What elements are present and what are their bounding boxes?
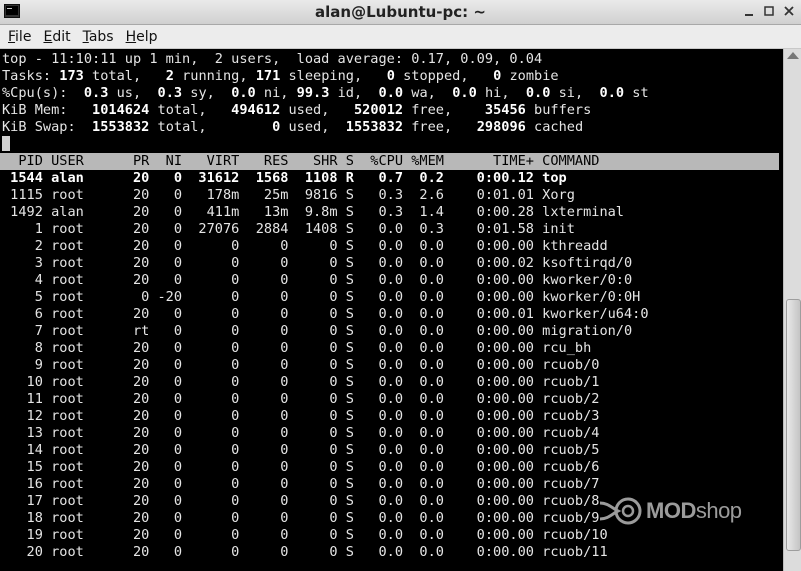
table-row: 1544 alan 20 0 31612 1568 1108 R 0.7 0.2… — [2, 170, 779, 187]
title-bar: alan@Lubuntu-pc: ~ — [0, 0, 801, 25]
process-row-text: 9 root 20 0 0 0 0 S 0.0 0.0 0:00.00 rcuo… — [2, 357, 600, 373]
tasks-running: 2 — [165, 68, 174, 84]
menu-help[interactable]: Help — [120, 29, 164, 45]
table-row: 13 root 20 0 0 0 0 S 0.0 0.0 0:00.00 rcu… — [2, 425, 779, 442]
uptime-text: top - 11:10:11 up 1 min, 2 users, load a… — [2, 51, 543, 67]
process-row-text: 1115 root 20 0 178m 25m 9816 S 0.3 2.6 0… — [2, 187, 575, 203]
table-row: 11 root 20 0 0 0 0 S 0.0 0.0 0:00.00 rcu… — [2, 391, 779, 408]
table-row: 3 root 20 0 0 0 0 S 0.0 0.0 0:00.02 ksof… — [2, 255, 779, 272]
watermark-suffix: shop — [695, 498, 742, 523]
process-row-text: 11 root 20 0 0 0 0 S 0.0 0.0 0:00.00 rcu… — [2, 391, 600, 407]
table-row: 1 root 20 0 27076 2884 1408 S 0.0 0.3 0:… — [2, 221, 779, 238]
process-row-text: 15 root 20 0 0 0 0 S 0.0 0.0 0:00.00 rcu… — [2, 459, 600, 475]
cursor — [2, 136, 10, 151]
menu-edit[interactable]: Edit — [37, 29, 76, 45]
table-row: 10 root 20 0 0 0 0 S 0.0 0.0 0:00.00 rcu… — [2, 374, 779, 391]
window-title: alan@Lubuntu-pc: ~ — [315, 3, 486, 21]
menu-tabs[interactable]: Tabs — [77, 29, 120, 45]
process-row-text: 3 root 20 0 0 0 0 S 0.0 0.0 0:00.02 ksof… — [2, 255, 633, 271]
process-row-text: 7 root rt 0 0 0 0 S 0.0 0.0 0:00.00 migr… — [2, 323, 633, 339]
tasks-total: 173 — [59, 68, 84, 84]
tasks-stopped: 0 — [386, 68, 395, 84]
table-row: 7 root rt 0 0 0 0 S 0.0 0.0 0:00.00 migr… — [2, 323, 779, 340]
uptime-line: top - 11:10:11 up 1 min, 2 users, load a… — [2, 51, 779, 68]
mem-line: KiB Mem: 1014624 total, 494612 used, 520… — [2, 102, 592, 118]
process-row-text: 1 root 20 0 27076 2884 1408 S 0.0 0.3 0:… — [2, 221, 575, 237]
table-row: 12 root 20 0 0 0 0 S 0.0 0.0 0:00.00 rcu… — [2, 408, 779, 425]
process-row-text: 4 root 20 0 0 0 0 S 0.0 0.0 0:00.00 kwor… — [2, 272, 633, 288]
tasks-line: Tasks: 173 total, 2 running, 171 sleepin… — [2, 68, 559, 84]
table-row: 2 root 20 0 0 0 0 S 0.0 0.0 0:00.00 kthr… — [2, 238, 779, 255]
menu-bar: File Edit Tabs Help — [0, 25, 801, 49]
process-row-text: 12 root 20 0 0 0 0 S 0.0 0.0 0:00.00 rcu… — [2, 408, 600, 424]
table-row: 8 root 20 0 0 0 0 S 0.0 0.0 0:00.00 rcu_… — [2, 340, 779, 357]
watermark-brand: MOD — [646, 498, 696, 523]
table-row: 19 root 20 0 0 0 0 S 0.0 0.0 0:00.00 rcu… — [2, 527, 779, 544]
column-headers: PID USER PR NI VIRT RES SHR S %CPU %MEM … — [2, 153, 600, 169]
process-row-text: 5 root 0 -20 0 0 0 S 0.0 0.0 0:00.00 kwo… — [2, 289, 641, 305]
table-row: 6 root 20 0 0 0 0 S 0.0 0.0 0:00.01 kwor… — [2, 306, 779, 323]
scroll-up-icon[interactable] — [787, 52, 799, 59]
process-row-text: 1492 alan 20 0 411m 13m 9.8m S 0.3 1.4 0… — [2, 204, 624, 220]
cpu-line: %Cpu(s): 0.3 us, 0.3 sy, 0.0 ni, 99.3 id… — [2, 85, 649, 101]
process-row-text: 18 root 20 0 0 0 0 S 0.0 0.0 0:00.00 rcu… — [2, 510, 600, 526]
process-row-text: 1544 alan 20 0 31612 1568 1108 R 0.7 0.2… — [2, 170, 567, 186]
process-row-text: 17 root 20 0 0 0 0 S 0.0 0.0 0:00.00 rcu… — [2, 493, 600, 509]
process-row-text: 2 root 20 0 0 0 0 S 0.0 0.0 0:00.00 kthr… — [2, 238, 608, 254]
watermark: MODshop — [598, 494, 742, 528]
table-row: 15 root 20 0 0 0 0 S 0.0 0.0 0:00.00 rcu… — [2, 459, 779, 476]
process-row-text: 10 root 20 0 0 0 0 S 0.0 0.0 0:00.00 rcu… — [2, 374, 600, 390]
process-row-text: 19 root 20 0 0 0 0 S 0.0 0.0 0:00.00 rcu… — [2, 527, 608, 543]
table-row: 1492 alan 20 0 411m 13m 9.8m S 0.3 1.4 0… — [2, 204, 779, 221]
scrollbar-thumb[interactable] — [786, 299, 801, 551]
table-row: 20 root 20 0 0 0 0 S 0.0 0.0 0:00.00 rcu… — [2, 544, 779, 561]
tasks-sleeping: 171 — [255, 68, 281, 84]
process-row-text: 6 root 20 0 0 0 0 S 0.0 0.0 0:00.01 kwor… — [2, 306, 649, 322]
table-row: 14 root 20 0 0 0 0 S 0.0 0.0 0:00.00 rcu… — [2, 442, 779, 459]
table-row: 1115 root 20 0 178m 25m 9816 S 0.3 2.6 0… — [2, 187, 779, 204]
table-row: 4 root 20 0 0 0 0 S 0.0 0.0 0:00.00 kwor… — [2, 272, 779, 289]
terminal-output[interactable]: top - 11:10:11 up 1 min, 2 users, load a… — [0, 49, 783, 571]
close-icon[interactable] — [781, 4, 797, 18]
scrollbar[interactable] — [783, 49, 801, 571]
process-row-text: 14 root 20 0 0 0 0 S 0.0 0.0 0:00.00 rcu… — [2, 442, 600, 458]
minimize-icon[interactable] — [741, 4, 757, 18]
menu-file[interactable]: File — [2, 29, 37, 45]
process-row-text: 20 root 20 0 0 0 0 S 0.0 0.0 0:00.00 rcu… — [2, 544, 608, 560]
table-row: 16 root 20 0 0 0 0 S 0.0 0.0 0:00.00 rcu… — [2, 476, 779, 493]
prompt-line — [2, 136, 779, 153]
process-row-text: 8 root 20 0 0 0 0 S 0.0 0.0 0:00.00 rcu_… — [2, 340, 592, 356]
process-row-text: 13 root 20 0 0 0 0 S 0.0 0.0 0:00.00 rcu… — [2, 425, 600, 441]
swap-line: KiB Swap: 1553832 total, 0 used, 1553832… — [2, 119, 584, 135]
process-row-text: 16 root 20 0 0 0 0 S 0.0 0.0 0:00.00 rcu… — [2, 476, 600, 492]
process-table-header: PID USER PR NI VIRT RES SHR S %CPU %MEM … — [0, 153, 779, 170]
maximize-icon[interactable] — [761, 4, 777, 18]
table-row: 5 root 0 -20 0 0 0 S 0.0 0.0 0:00.00 kwo… — [2, 289, 779, 306]
top-output: top - 11:10:11 up 1 min, 2 users, load a… — [0, 51, 779, 561]
modshop-logo-icon — [599, 497, 642, 525]
table-row: 9 root 20 0 0 0 0 S 0.0 0.0 0:00.00 rcuo… — [2, 357, 779, 374]
